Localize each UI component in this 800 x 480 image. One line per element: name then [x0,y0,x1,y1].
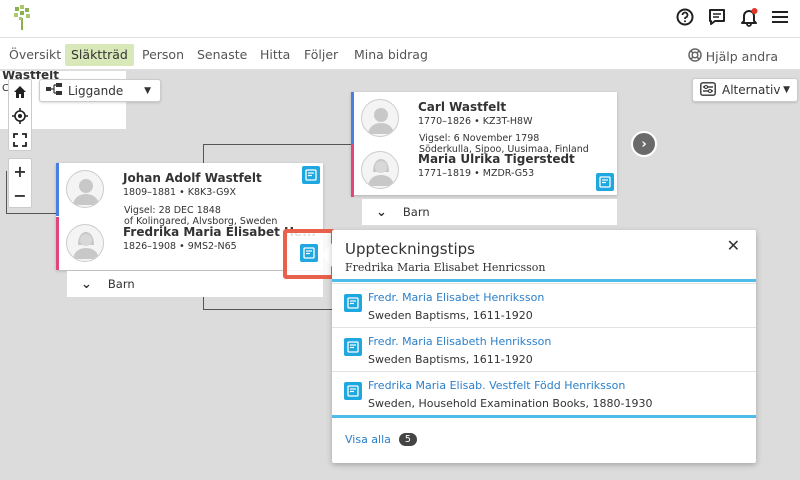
person-name: Carl Wastfelt [418,100,507,114]
record-hint-icon [344,382,362,400]
view-all-link[interactable]: Visa alla 5 [345,433,417,446]
messages-icon[interactable] [706,6,728,28]
list-item[interactable]: Fredr. Maria Elisabeth Henriksson Sweden… [332,327,756,371]
tree-layout-icon [46,83,62,98]
caret-down-icon: ▼ [783,85,790,95]
female-avatar-icon [66,224,104,262]
nav-item-overview[interactable]: Översikt [3,44,67,66]
connector-line [6,213,58,214]
main-nav: Översikt Släktträd Person Senaste Hitta … [0,38,800,70]
connector-line [203,144,352,145]
help-others-button[interactable]: Hjälp andra [688,48,778,65]
options-select-value: Alternativ [722,83,781,97]
record-hint-icon[interactable] [596,173,614,191]
children-label: Barn [402,205,430,219]
person-meta: 1826–1908 • 9MS2-N65 [123,241,237,252]
connector-line [203,309,333,310]
nav-item-my-contributions[interactable]: Mina bidrag [348,44,434,66]
person-name: Maria Ulrika Tigerstedt [418,152,575,166]
view-controls [8,79,32,151]
popup-title: Uppteckningstips [345,240,475,258]
options-select[interactable]: Alternativ ▼ [692,78,798,102]
person-name: Johan Adolf Wastfelt [123,171,262,185]
person-meta: 1809–1881 • K8K3-G9X [123,187,236,198]
list-item[interactable]: Fredrika Maria Elisab. Vestfelt Född Hen… [332,371,756,415]
tree-canvas[interactable]: Wastfelt Cl...2 Liggande ▼ Alternativ ▼ [0,71,800,480]
person-meta: 1770–1826 • KZ3T-H8W [418,116,533,127]
chevron-down-icon: ⌄ [81,276,92,292]
nav-item-following[interactable]: Följer [298,44,344,66]
options-icon [700,81,716,99]
caret-down-icon: ▼ [144,85,151,96]
lifebuoy-icon [688,48,702,65]
person-maria-ulrika[interactable]: Maria Ulrika Tigerstedt 1771–1819 • MZDR… [351,144,617,197]
record-hints-popup: Uppteckningstips Fredrika Maria Elisabet… [332,230,756,463]
home-icon[interactable] [9,80,31,104]
record-hint-icon[interactable] [302,166,320,184]
layout-select-value: Liggande [68,83,124,98]
zoom-controls: + − [8,158,32,208]
male-avatar-icon [361,99,399,137]
close-icon[interactable]: ✕ [727,236,740,255]
nav-item-family-tree[interactable]: Släktträd [65,44,134,66]
zoom-in-icon[interactable]: + [9,159,31,183]
record-source: Sweden Baptisms, 1611-1920 [368,309,533,322]
nav-item-person[interactable]: Person [136,44,190,66]
tree-logo-icon[interactable] [12,5,32,31]
record-hint-icon [344,338,362,356]
connector-line [6,171,7,214]
divider [332,415,756,418]
female-avatar-icon [361,151,399,189]
children-toggle[interactable]: ⌄ Barn [362,199,617,225]
chevron-right-icon[interactable]: › [631,131,657,157]
help-others-label: Hjälp andra [705,49,778,64]
record-link[interactable]: Fredrika Maria Elisab. Vestfelt Född Hen… [368,379,625,392]
list-item[interactable]: Fredr. Maria Elisabet Henriksson Sweden … [332,283,756,327]
couple-card: Carl Wastfelt 1770–1826 • KZ3T-H8W Vigse… [351,92,617,197]
menu-icon[interactable] [769,6,791,28]
locate-icon[interactable] [9,104,31,128]
chevron-down-icon: ⌄ [376,204,387,220]
view-all-label: Visa alla [345,433,391,446]
top-bar [0,0,800,38]
divider [332,279,756,282]
layout-select[interactable]: Liggande ▼ [39,79,161,102]
record-source: Sweden, Household Examination Books, 188… [368,397,653,410]
count-badge: 5 [398,433,417,446]
children-label: Barn [107,277,135,291]
marriage-date: Vigsel: 28 DEC 1848 [124,205,221,216]
connector-line [203,144,204,164]
person-meta: 1771–1819 • MZDR-G53 [418,168,535,179]
marriage-date: Vigsel: 6 November 1798 [419,133,540,144]
help-icon[interactable] [674,6,696,28]
record-source: Sweden Baptisms, 1611-1920 [368,353,533,366]
nav-item-recent[interactable]: Senaste [191,44,253,66]
record-hint-icon [300,244,318,262]
record-hint-icon [344,294,362,312]
connector-line [203,296,204,310]
male-avatar-icon [66,170,104,208]
record-link[interactable]: Fredr. Maria Elisabet Henriksson [368,291,544,304]
popup-subtitle: Fredrika Maria Elisabet Henricsson [345,261,546,274]
notifications-icon[interactable] [738,6,760,28]
record-link[interactable]: Fredr. Maria Elisabeth Henriksson [368,335,551,348]
fullscreen-icon[interactable] [9,128,31,152]
zoom-out-icon[interactable]: − [9,183,31,207]
nav-item-find[interactable]: Hitta [254,44,296,66]
